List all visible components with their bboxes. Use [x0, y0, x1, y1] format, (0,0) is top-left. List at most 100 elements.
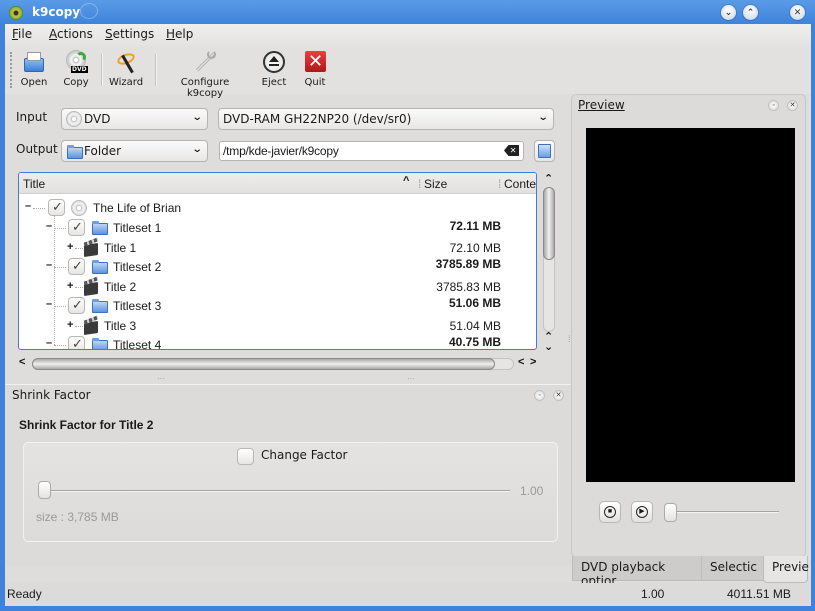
- close-window-button[interactable]: ✕: [790, 5, 805, 20]
- seek-slider-track[interactable]: [670, 511, 779, 513]
- menu-actions-mnemonic: A: [49, 27, 57, 41]
- tab-selection[interactable]: Selectic: [701, 556, 764, 581]
- copy-label: Copy: [63, 77, 89, 88]
- menu-file[interactable]: File: [12, 27, 32, 41]
- expand-icon[interactable]: +: [67, 280, 73, 292]
- tree-row-root[interactable]: – The Life of Brian: [19, 198, 536, 218]
- tree-row[interactable]: – Titleset 2 3785.89 MB: [19, 257, 536, 277]
- folder-icon: [92, 221, 108, 235]
- movie-clapper-icon: [84, 282, 98, 296]
- tree-row[interactable]: + Title 3 51.04 MB: [19, 316, 536, 336]
- menu-help-label: elp: [175, 27, 194, 41]
- titleset-label: Titleset 3: [113, 299, 162, 313]
- menu-settings[interactable]: Settings: [105, 27, 154, 41]
- input-device-value: DVD-RAM GH22NP20 (/dev/sr0): [223, 112, 412, 126]
- splitter-handle[interactable]: ···: [407, 374, 415, 383]
- title-tree[interactable]: Title ^ ⁞ Size ⁞ Conte – The Life of Bri…: [18, 172, 537, 350]
- titleset-size: 51.06 MB: [448, 296, 501, 310]
- menu-help[interactable]: Help: [166, 27, 193, 41]
- titleset-checkbox[interactable]: [68, 336, 85, 349]
- video-preview-screen: [586, 128, 795, 482]
- play-icon: ▶: [636, 506, 648, 518]
- k9copy-app-icon[interactable]: [9, 6, 23, 20]
- folder-icon: [67, 145, 83, 159]
- titleset-label: Titleset 4: [113, 338, 162, 350]
- copy-dvd-icon: DVD: [64, 50, 88, 74]
- column-size[interactable]: Size: [424, 177, 447, 191]
- shrink-size-text: size : 3,785 MB: [36, 510, 119, 524]
- collapse-icon[interactable]: –: [25, 200, 31, 212]
- output-type-select[interactable]: Folder ⌄: [61, 140, 208, 162]
- stop-button[interactable]: ■: [599, 501, 621, 523]
- tab-preview[interactable]: Previe: [763, 556, 809, 583]
- scroll-down-icon[interactable]: ⌄: [544, 340, 553, 353]
- minimize-button[interactable]: ⌄: [721, 5, 736, 20]
- scroll-left-icon[interactable]: <: [19, 356, 25, 368]
- tree-row[interactable]: – Titleset 4 40.75 MB: [19, 335, 536, 350]
- collapse-icon[interactable]: –: [46, 220, 52, 232]
- dock-float-button[interactable]: ◦: [534, 390, 545, 401]
- scroll-left-icon[interactable]: <: [518, 356, 524, 368]
- collapse-icon[interactable]: –: [46, 298, 52, 310]
- tree-row[interactable]: – Titleset 1 72.11 MB: [19, 218, 536, 238]
- change-factor-label: Change Factor: [261, 448, 348, 462]
- input-type-select[interactable]: DVD ⌄: [61, 108, 208, 130]
- scroll-right-icon[interactable]: >: [530, 356, 536, 368]
- menu-actions[interactable]: Actions: [49, 27, 93, 41]
- title-size: 3785.83 MB: [436, 280, 501, 294]
- toolbar-grip[interactable]: [10, 52, 12, 88]
- column-title[interactable]: Title: [23, 177, 45, 191]
- clear-text-icon[interactable]: ✕: [504, 145, 519, 156]
- eject-button[interactable]: Eject: [259, 50, 289, 88]
- sort-ascending-icon[interactable]: ^: [403, 175, 409, 187]
- dock-float-button[interactable]: ◦: [768, 100, 779, 111]
- configure-button[interactable]: Configure k9copy: [163, 50, 247, 99]
- configure-label: Configure k9copy: [180, 77, 230, 99]
- play-button[interactable]: ▶: [631, 501, 653, 523]
- input-device-select[interactable]: DVD-RAM GH22NP20 (/dev/sr0) ⌄: [218, 108, 554, 130]
- quit-button[interactable]: ✕ Quit: [301, 50, 329, 88]
- horizontal-scroll-thumb[interactable]: [32, 358, 495, 370]
- copy-button[interactable]: DVD Copy: [60, 50, 92, 88]
- title-label: Title 3: [104, 319, 137, 333]
- dock-close-button[interactable]: ✕: [553, 390, 564, 401]
- tree-row[interactable]: + Title 2 3785.83 MB: [19, 277, 536, 297]
- open-button[interactable]: Open: [18, 50, 50, 88]
- toolbar-separator: [101, 54, 102, 86]
- expand-icon[interactable]: +: [67, 319, 73, 331]
- titleset-checkbox[interactable]: [68, 219, 85, 236]
- seek-slider-handle[interactable]: [664, 503, 677, 522]
- tree-vertical-scrollbar[interactable]: ⌃ ⌃ ⌄: [542, 172, 556, 353]
- output-path-input[interactable]: /tmp/kde-javier/k9copy ✕: [219, 141, 524, 161]
- dvd-disc-icon: [71, 200, 87, 216]
- expand-icon[interactable]: +: [67, 241, 73, 253]
- tree-row[interactable]: + Title 1 72.10 MB: [19, 238, 536, 258]
- shrink-slider-handle[interactable]: [38, 481, 51, 499]
- tree-row[interactable]: – Titleset 3 51.06 MB: [19, 296, 536, 316]
- tab-label: Previe: [772, 560, 809, 574]
- scroll-up-icon[interactable]: ⌃: [544, 172, 553, 185]
- titleset-checkbox[interactable]: [68, 297, 85, 314]
- copy-dvd-badge: DVD: [71, 66, 88, 73]
- tab-dvd-playback-options[interactable]: DVD playback optior: [572, 556, 702, 588]
- change-factor-checkbox[interactable]: [237, 448, 254, 465]
- browse-output-button[interactable]: [534, 140, 555, 162]
- wizard-button[interactable]: Wizard: [108, 50, 144, 88]
- splitter-handle[interactable]: ···: [157, 374, 165, 383]
- dock-close-button[interactable]: ✕: [787, 100, 798, 111]
- shrink-heading: Shrink Factor for Title 2: [19, 418, 154, 432]
- quit-label: Quit: [304, 77, 326, 88]
- column-content[interactable]: Conte: [504, 177, 536, 191]
- titleset-checkbox[interactable]: [68, 258, 85, 275]
- collapse-icon[interactable]: –: [46, 337, 52, 349]
- collapse-icon[interactable]: –: [46, 259, 52, 271]
- root-checkbox[interactable]: [48, 199, 65, 216]
- status-bar: Ready 1.00 4011.51 MB: [5, 583, 811, 606]
- scroll-thumb[interactable]: [543, 187, 555, 260]
- main-toolbar: Open DVD Copy Wizard Configure k9copy Ej…: [5, 46, 811, 99]
- root-title: The Life of Brian: [93, 201, 182, 215]
- shrink-slider-track[interactable]: [43, 490, 510, 492]
- title-label: Title 2: [104, 280, 137, 294]
- maximize-button[interactable]: ⌃: [743, 5, 758, 20]
- preview-dock-title-text: Preview: [578, 98, 625, 112]
